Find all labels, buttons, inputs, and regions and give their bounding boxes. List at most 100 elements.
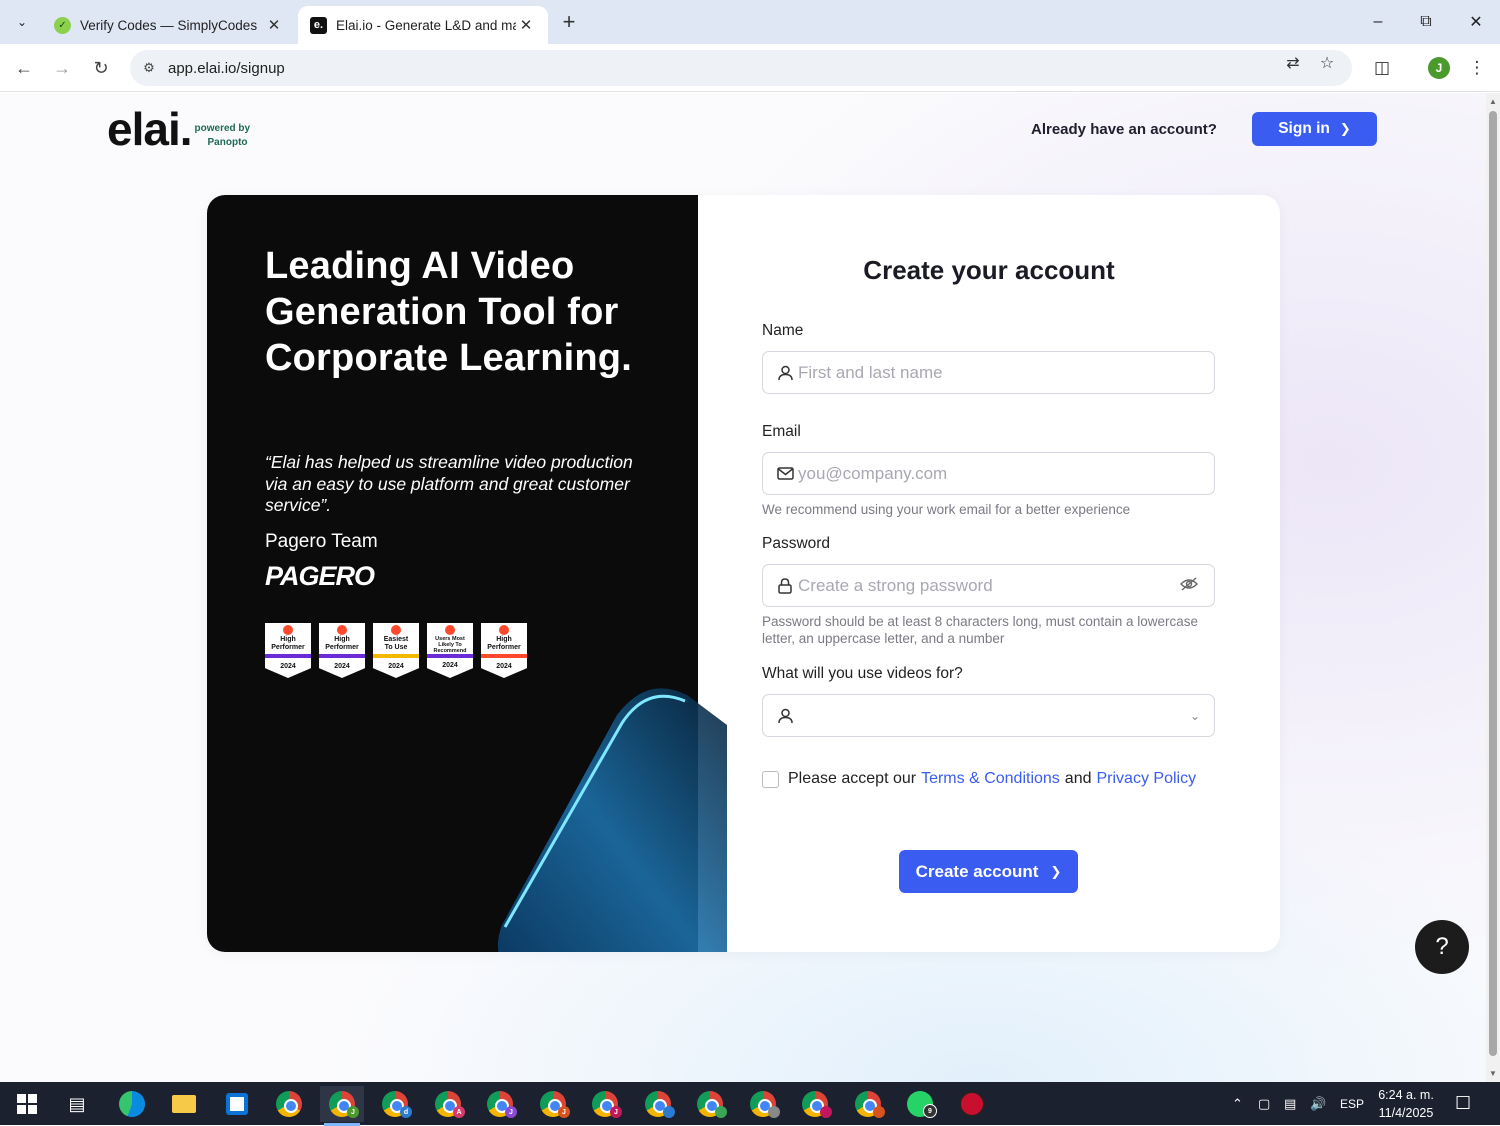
g2-logo-icon [499,625,509,635]
chrome-profile-icon[interactable]: J [531,1086,575,1122]
red-app-icon[interactable] [950,1086,994,1122]
chrome-profile-icon[interactable]: J [320,1086,364,1126]
chrome-profile-icon[interactable] [741,1086,785,1122]
create-account-button[interactable]: Create account ❯ [899,850,1078,893]
notification-count: 9 [923,1104,937,1118]
simplycodes-favicon-icon: ✓ [54,16,71,34]
chrome-profile-icon[interactable] [636,1086,680,1122]
promo-headline: Leading AI Video Generation Tool for Cor… [265,245,632,379]
language-indicator[interactable]: ESP [1340,1082,1364,1125]
windows-start-icon[interactable] [5,1086,49,1122]
profile-letter: d [400,1106,412,1118]
chrome-profile-icon[interactable]: A [426,1086,470,1122]
password-input[interactable] [798,575,1180,596]
scroll-up-icon[interactable]: ▲ [1489,97,1497,106]
g2-badge: High Performer 2024 [319,623,365,678]
reload-icon[interactable]: ↻ [87,54,115,82]
chrome-profile-icon[interactable] [793,1086,837,1122]
email-input[interactable] [798,463,1214,484]
show-hidden-icons-chevron[interactable]: ⌃ [1232,1082,1243,1125]
badge-line1: High [334,636,350,643]
name-field[interactable] [762,351,1215,394]
password-field[interactable] [762,564,1215,607]
sign-in-button[interactable]: Sign in ❯ [1252,112,1377,146]
meet-now-icon[interactable]: ▢ [1258,1082,1270,1125]
volume-icon[interactable]: 🔊 [1310,1082,1326,1125]
edge-icon[interactable] [110,1086,154,1122]
profile-letter: J [347,1106,359,1118]
profile-letter: J [505,1106,517,1118]
menu-kebab-icon[interactable]: ⋮ [1463,54,1491,82]
chrome-profile-icon[interactable] [846,1086,890,1122]
page-scrollbar[interactable]: ▲ ▼ [1486,93,1500,1082]
form-title: Create your account [863,255,1115,285]
tab-simplycodes[interactable]: ✓ Verify Codes — SimplyCodes ✕ [42,6,296,44]
profile-letter: J [558,1106,570,1118]
name-input[interactable] [798,362,1214,383]
badge-stripe [265,654,311,658]
chrome-profile-icon[interactable]: J [478,1086,522,1122]
chevron-right-icon: ❯ [1050,863,1062,879]
page-viewport: elai. powered by Panopto Already have an… [0,93,1486,1082]
already-have-account-text: Already have an account? [1031,121,1217,138]
privacy-link[interactable]: Privacy Policy [1097,770,1197,788]
badge-line1: Easiest [383,636,409,643]
terms-link[interactable]: Terms & Conditions [921,770,1060,788]
email-field[interactable] [762,452,1215,495]
back-arrow-icon[interactable]: ← [10,54,38,82]
close-tab-icon[interactable]: ✕ [264,16,284,34]
close-window-icon[interactable]: ✕ [1452,0,1500,44]
name-label: Name [762,322,804,339]
sign-in-label: Sign in [1278,120,1330,137]
url-text[interactable]: app.elai.io/signup [168,60,285,77]
file-explorer-icon[interactable] [162,1086,206,1122]
chrome-icon[interactable] [267,1086,311,1122]
elai-favicon-icon: e. [310,16,327,34]
mail-icon [775,467,795,480]
address-bar[interactable]: ⚙ app.elai.io/signup [130,50,1352,86]
terms-row: Please accept our Terms & Conditions and… [762,770,1201,788]
chevron-right-icon: ❯ [1339,121,1351,136]
minimize-icon[interactable]: – [1354,0,1402,44]
lock-icon [775,577,795,594]
scroll-down-icon[interactable]: ▼ [1489,1069,1497,1078]
restore-icon[interactable]: ⧉ [1402,0,1450,44]
tab-elai[interactable]: e. Elai.io - Generate L&D and mar ✕ [298,6,548,44]
network-icon[interactable]: ▤ [1284,1082,1296,1125]
signup-card: Leading AI Video Generation Tool for Cor… [207,195,1280,952]
help-button[interactable]: ? [1415,920,1469,974]
extensions-puzzle-icon[interactable]: ◫ [1368,54,1396,82]
notifications-icon[interactable]: ☐ [1455,1082,1471,1125]
close-tab-icon[interactable]: ✕ [516,16,536,34]
windows-taskbar: ▤ J d A J J J 9 ⌃ ▢ ▤ 🔊 ESP 6:24 a. m. 1… [0,1082,1500,1126]
store-icon[interactable] [215,1086,259,1122]
bookmark-star-icon[interactable]: ☆ [1316,52,1338,74]
chrome-profile-icon[interactable]: d [373,1086,417,1122]
chrome-profile-icon[interactable]: J [583,1086,627,1122]
g2-logo-icon [445,625,455,635]
clock-date: 11/4/2025 [1378,1106,1434,1120]
translate-icon[interactable]: ⇄ [1282,52,1304,74]
browser-tab-bar: ⌄ ✓ Verify Codes — SimplyCodes ✕ e. Elai… [0,0,1500,44]
password-label: Password [762,535,831,552]
forward-arrow-icon[interactable]: → [48,54,76,82]
whatsapp-icon[interactable]: 9 [898,1086,942,1122]
eye-slash-icon[interactable] [1180,576,1202,595]
task-view-icon[interactable]: ▤ [55,1086,99,1122]
elai-logo[interactable]: elai. powered by Panopto [107,106,250,152]
clock[interactable]: 6:24 a. m. 11/4/2025 [1370,1086,1442,1122]
badge-year: 2024 [280,663,296,670]
usage-select[interactable]: ⌄ [762,694,1215,737]
terms-checkbox[interactable] [762,770,779,788]
password-hint: Password should be at least 8 characters… [762,614,1198,646]
profile-avatar[interactable]: J [1428,57,1450,79]
scrollbar-thumb[interactable] [1489,111,1497,1056]
terms-prefix: Please accept our [788,770,917,787]
site-info-icon[interactable]: ⚙ [138,60,160,76]
tab-search-chevron-icon[interactable]: ⌄ [8,8,36,36]
chrome-profile-icon[interactable] [688,1086,732,1122]
badge-line2: Performer [325,643,359,651]
badge-line1: High [280,636,296,643]
profile-letter: J [610,1106,622,1118]
new-tab-plus-icon[interactable]: + [556,9,582,35]
